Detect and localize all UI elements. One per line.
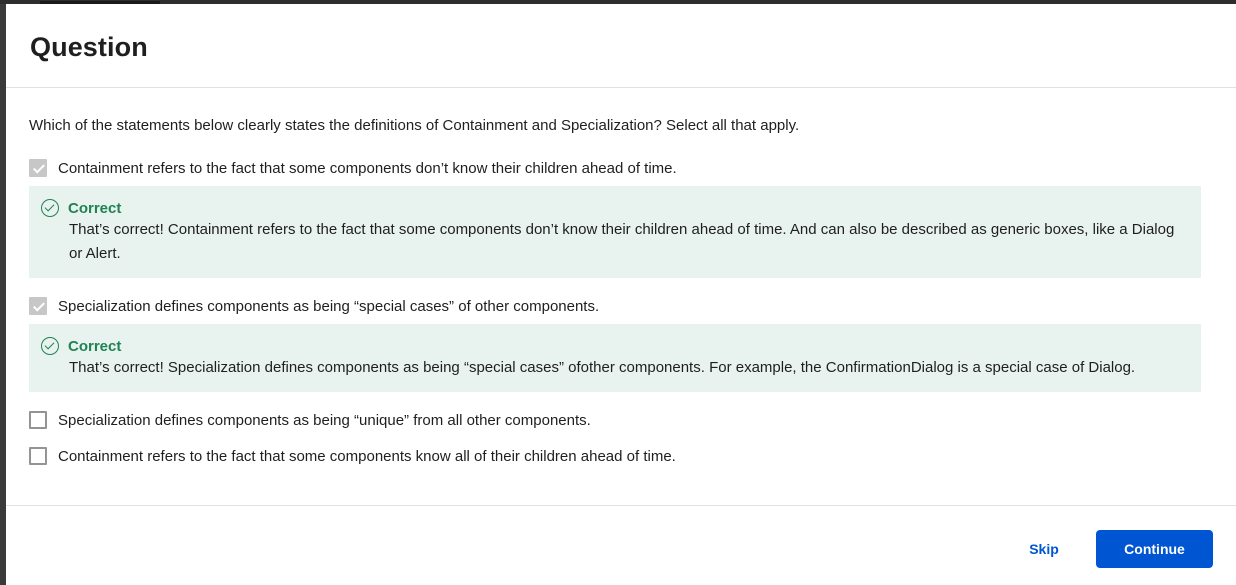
- dialog-title: Question: [30, 32, 148, 62]
- answer-option-1[interactable]: Containment refers to the fact that some…: [29, 150, 1201, 186]
- answer-option-4[interactable]: Containment refers to the fact that some…: [29, 438, 1201, 474]
- dialog-header: Question: [6, 4, 1236, 88]
- question-prompt: Which of the statements below clearly st…: [29, 117, 800, 134]
- question-dialog: Question Which of the statements below c…: [6, 4, 1236, 585]
- checkbox-checked[interactable]: [29, 297, 47, 315]
- answer-option-label: Specialization defines components as bei…: [58, 411, 591, 429]
- answer-option-label: Specialization defines components as bei…: [58, 297, 600, 315]
- check-circle-icon: [41, 337, 59, 355]
- dialog-footer: Skip Continue: [6, 505, 1236, 585]
- feedback-title: Correct: [68, 199, 122, 217]
- continue-button[interactable]: Continue: [1096, 530, 1213, 568]
- skip-button[interactable]: Skip: [1013, 530, 1075, 568]
- dialog-body: Which of the statements below clearly st…: [6, 88, 1236, 474]
- feedback-text: That’s correct! Containment refers to th…: [69, 221, 1175, 262]
- answer-option-label: Containment refers to the fact that some…: [58, 159, 677, 177]
- feedback-panel-correct: Correct That’s correct! Containment refe…: [29, 186, 1201, 278]
- checkbox-checked[interactable]: [29, 159, 47, 177]
- answer-option-label: Containment refers to the fact that some…: [58, 447, 676, 465]
- checkbox-unchecked[interactable]: [29, 411, 47, 429]
- checkbox-unchecked[interactable]: [29, 447, 47, 465]
- feedback-header: Correct: [41, 199, 1189, 217]
- feedback-panel-correct: Correct That’s correct! Specialization d…: [29, 324, 1201, 392]
- feedback-title: Correct: [68, 337, 122, 355]
- answer-option-2[interactable]: Specialization defines components as bei…: [29, 288, 1201, 324]
- answer-option-3[interactable]: Specialization defines components as bei…: [29, 402, 1201, 438]
- feedback-text: That’s correct! Specialization defines c…: [69, 359, 1136, 376]
- check-circle-icon: [41, 199, 59, 217]
- feedback-header: Correct: [41, 337, 1189, 355]
